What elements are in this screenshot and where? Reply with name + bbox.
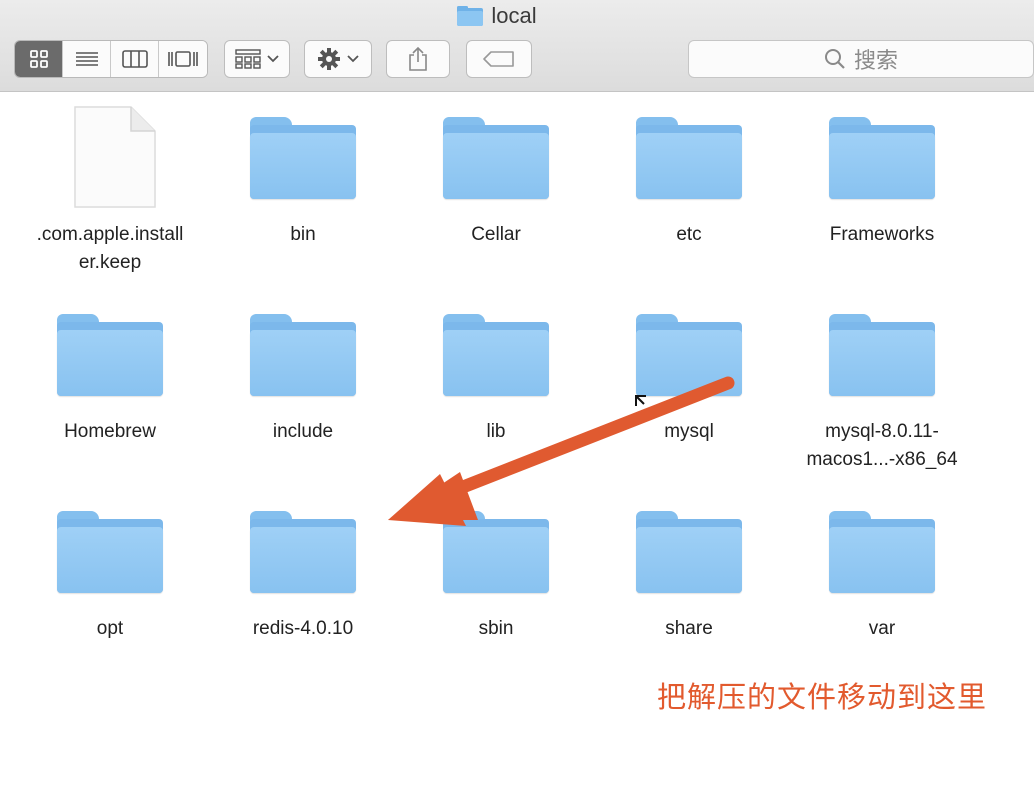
folder-label: Frameworks <box>829 224 935 245</box>
toolbar: 搜索 <box>14 40 1034 78</box>
folder-label: Homebrew <box>64 421 156 442</box>
folder-icon <box>457 6 484 26</box>
folder-label: bin <box>290 224 316 245</box>
folder-label: var <box>868 618 896 639</box>
window-title: local <box>0 3 1034 29</box>
folder-label: share <box>665 618 713 639</box>
folder-label: etc <box>676 224 702 245</box>
folder-label: redis-4.0.10 <box>252 618 354 639</box>
folder-item[interactable]: share <box>589 509 789 643</box>
folder-label: opt <box>96 618 124 639</box>
tag-icon <box>483 51 514 67</box>
folder-icon <box>829 509 935 593</box>
chevron-down-icon <box>347 55 359 63</box>
file-label: .com.apple.install er.keep <box>36 224 184 273</box>
folder-label: mysql <box>664 421 714 442</box>
folder-item[interactable]: mysql-8.0.11- macos1...-x86_64 <box>782 312 982 474</box>
folder-icon <box>443 312 549 396</box>
mouse-cursor-icon <box>635 395 646 406</box>
tag-button[interactable] <box>466 40 532 78</box>
folder-item[interactable]: Frameworks <box>782 115 982 249</box>
view-mode-segment <box>14 40 208 78</box>
list-view-button[interactable] <box>63 41 111 77</box>
arrange-button[interactable] <box>224 40 290 78</box>
folder-icon <box>443 115 549 199</box>
arrange-icon <box>235 49 261 69</box>
folder-item[interactable]: mysql <box>589 312 789 446</box>
folder-label: include <box>272 421 334 442</box>
folder-item[interactable]: lib <box>396 312 596 446</box>
columns-icon <box>121 50 148 68</box>
folder-label: mysql-8.0.11- macos1...-x86_64 <box>806 421 958 470</box>
folder-icon <box>636 312 742 396</box>
window-titlebar: local 搜索 <box>0 0 1034 92</box>
folder-item[interactable]: Cellar <box>396 115 596 249</box>
folder-icon <box>57 509 163 593</box>
folder-label: Cellar <box>471 224 521 245</box>
folder-icon <box>443 509 549 593</box>
folder-label: sbin <box>478 618 514 639</box>
document-icon <box>57 106 163 208</box>
folder-icon <box>250 115 356 199</box>
action-button[interactable] <box>304 40 372 78</box>
share-button[interactable] <box>386 40 450 78</box>
folder-icon <box>250 509 356 593</box>
folder-label: lib <box>486 421 506 442</box>
folder-icon <box>636 509 742 593</box>
window-title-text: local <box>491 3 537 28</box>
icon-view-button[interactable] <box>15 41 63 77</box>
folder-icon <box>636 115 742 199</box>
folder-item[interactable]: sbin <box>396 509 596 643</box>
grid-icon <box>29 50 48 68</box>
gallery-icon <box>168 51 198 67</box>
folder-item[interactable]: redis-4.0.10 <box>203 509 403 643</box>
search-icon <box>824 49 845 69</box>
folder-item[interactable]: bin <box>203 115 403 249</box>
folder-item[interactable]: var <box>782 509 982 643</box>
chevron-down-icon <box>267 55 279 63</box>
folder-item[interactable]: etc <box>589 115 789 249</box>
folder-item[interactable]: Homebrew <box>10 312 210 446</box>
folder-item[interactable]: opt <box>10 509 210 643</box>
file-grid: .com.apple.install er.keep bin Cellar et… <box>0 93 1034 753</box>
file-item[interactable]: .com.apple.install er.keep <box>10 106 210 277</box>
folder-item[interactable]: include <box>203 312 403 446</box>
folder-icon <box>829 312 935 396</box>
search-field[interactable]: 搜索 <box>688 40 1034 78</box>
list-icon <box>75 52 98 66</box>
column-view-button[interactable] <box>111 41 159 77</box>
folder-icon <box>57 312 163 396</box>
share-icon <box>409 46 427 71</box>
search-placeholder: 搜索 <box>853 48 898 73</box>
folder-icon <box>250 312 356 396</box>
gear-icon <box>318 48 340 70</box>
annotation-text: 把解压的文件移动到这里 <box>657 680 988 714</box>
folder-icon <box>829 115 935 199</box>
gallery-view-button[interactable] <box>159 41 207 77</box>
